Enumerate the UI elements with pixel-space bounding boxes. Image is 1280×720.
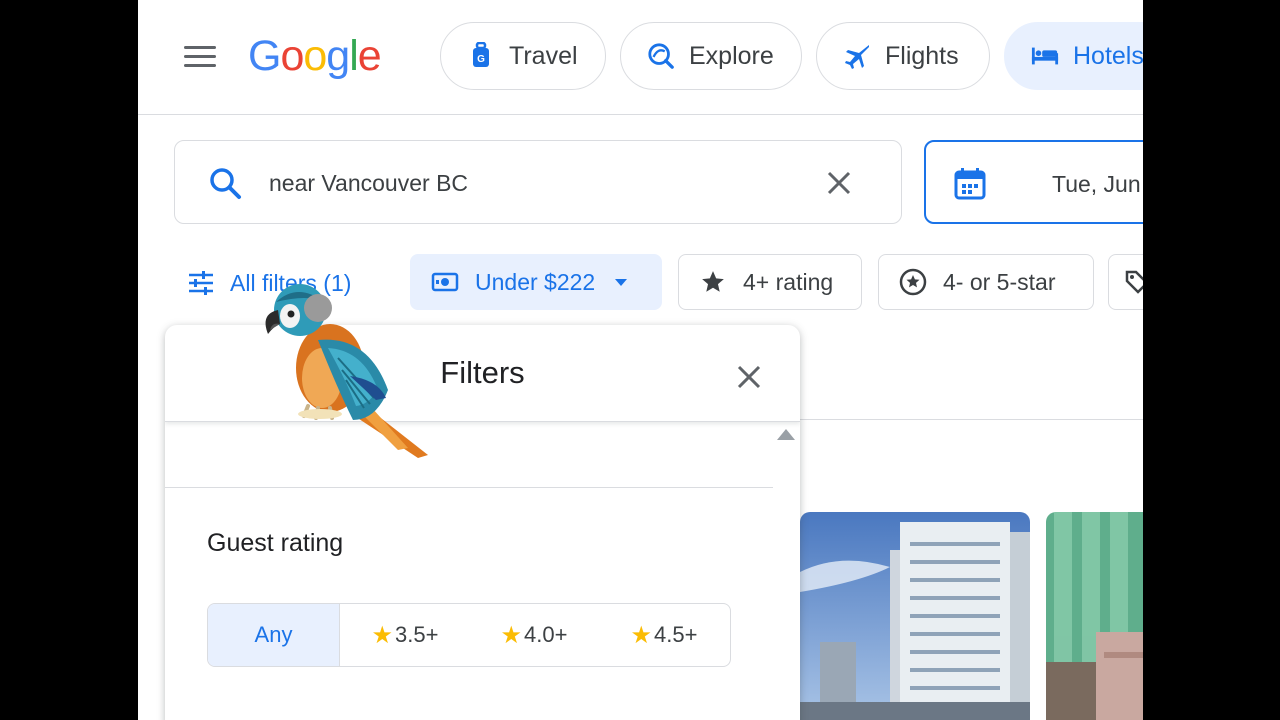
- hotel-class-filter-chip[interactable]: 4- or 5-star: [878, 254, 1094, 310]
- guest-rating-option-any[interactable]: Any: [208, 604, 340, 666]
- logo-letter: o: [280, 32, 304, 80]
- rating-filter-chip[interactable]: 4+ rating: [678, 254, 862, 310]
- guest-rating-option-label: Any: [254, 622, 293, 647]
- nav-chip-hotels[interactable]: Hotels: [1004, 22, 1143, 90]
- deals-filter-chip[interactable]: [1108, 254, 1143, 310]
- explore-icon: [647, 42, 675, 70]
- parrot-mascot-image: [258, 280, 438, 460]
- google-hotels-screen: Google G Travel Explore Flights Hotels n…: [138, 0, 1143, 720]
- star-icon: ★: [371, 621, 394, 649]
- luggage-icon: G: [467, 42, 495, 70]
- guest-rating-selector: Any ★ 3.5+ ★ 4.0+ ★ 4.5+: [207, 603, 731, 667]
- guest-rating-option-label: 4.0+: [524, 622, 568, 647]
- logo-letter: g: [326, 32, 350, 80]
- check-in-date-value: Tue, Jun: [1052, 171, 1141, 197]
- tag-icon: [1123, 268, 1143, 296]
- logo-letter: o: [303, 32, 327, 80]
- hotel-photo[interactable]: [800, 512, 1030, 720]
- close-filters-button[interactable]: [731, 359, 767, 395]
- logo-letter: l: [349, 32, 359, 80]
- logo-letter: e: [357, 32, 382, 80]
- nav-chip-label: Hotels: [1073, 41, 1143, 70]
- price-filter-label: Under $222: [475, 268, 596, 295]
- nav-chip-label: Travel: [509, 41, 578, 70]
- nav-chip-explore[interactable]: Explore: [620, 22, 802, 90]
- top-header: Google G Travel Explore Flights Hotels: [138, 0, 1143, 115]
- dropdown-arrow-icon: [615, 278, 628, 286]
- guest-rating-heading: Guest rating: [207, 529, 344, 557]
- guest-rating-option-label: 4.5+: [654, 622, 698, 647]
- search-input[interactable]: near Vancouver BC: [269, 167, 468, 199]
- guest-rating-option-4-5[interactable]: ★ 4.5+: [598, 604, 730, 666]
- clear-search-button[interactable]: [821, 165, 857, 201]
- star-icon: [699, 268, 727, 296]
- svg-text:G: G: [477, 54, 485, 65]
- nav-chip-label: Explore: [689, 41, 774, 70]
- hotel-photo[interactable]: [1046, 512, 1143, 720]
- logo-letter: G: [248, 32, 281, 80]
- nav-chip-label: Flights: [885, 41, 959, 70]
- price-filter-chip[interactable]: Under $222: [410, 254, 662, 310]
- nav-chip-travel[interactable]: G Travel: [440, 22, 606, 90]
- star-icon: ★: [500, 621, 523, 649]
- scroll-up-arrow-icon[interactable]: [777, 429, 795, 440]
- airplane-icon: [843, 42, 871, 70]
- google-logo[interactable]: Google: [248, 32, 382, 81]
- star-circle-icon: [899, 268, 927, 296]
- calendar-icon: [952, 166, 988, 202]
- rating-filter-label: 4+ rating: [743, 268, 834, 295]
- main-menu-button[interactable]: [182, 42, 218, 72]
- close-icon: [737, 365, 761, 389]
- nav-chip-flights[interactable]: Flights: [816, 22, 990, 90]
- guest-rating-option-3-5[interactable]: ★ 3.5+: [340, 604, 470, 666]
- bed-icon: [1031, 42, 1059, 70]
- close-icon: [827, 171, 851, 195]
- location-search-box[interactable]: near Vancouver BC: [174, 140, 902, 224]
- hotel-class-filter-label: 4- or 5-star: [943, 268, 1056, 295]
- guest-rating-option-label: 3.5+: [395, 622, 439, 647]
- section-divider: [165, 487, 773, 488]
- star-icon: ★: [630, 621, 653, 649]
- tune-icon: [186, 268, 216, 298]
- results-divider: [800, 419, 1143, 420]
- search-icon: [207, 165, 243, 201]
- check-in-date-field[interactable]: Tue, Jun: [924, 140, 1143, 224]
- guest-rating-option-4-0[interactable]: ★ 4.0+: [470, 604, 598, 666]
